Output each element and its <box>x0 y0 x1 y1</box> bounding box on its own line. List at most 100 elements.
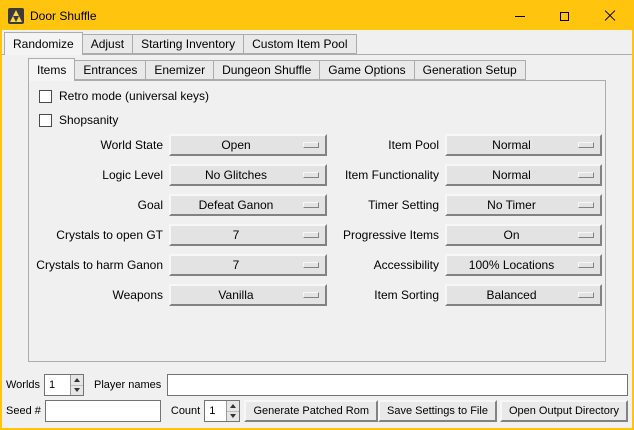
item-pool-dropdown[interactable]: Normal <box>445 134 602 156</box>
timer-setting-value: No Timer <box>487 198 536 212</box>
weapons-dropdown[interactable]: Vanilla <box>169 284 327 306</box>
worlds-spin-buttons <box>70 375 83 395</box>
generate-patched-rom-button[interactable]: Generate Patched Rom <box>244 400 378 422</box>
inner-tab-bar: Items Entrances Enemizer Dungeon Shuffle… <box>28 60 526 81</box>
dropdown-indicator-icon <box>303 292 319 298</box>
accessibility-label: Accessibility <box>333 254 439 276</box>
item-sorting-value: Balanced <box>486 288 536 302</box>
goal-dropdown[interactable]: Defeat Ganon <box>169 194 327 216</box>
seed-input[interactable] <box>45 400 161 422</box>
open-output-directory-button[interactable]: Open Output Directory <box>500 400 628 422</box>
caption-buttons <box>497 2 632 30</box>
item-functionality-label: Item Functionality <box>333 164 439 186</box>
item-pool-label: Item Pool <box>333 134 439 156</box>
item-functionality-dropdown[interactable]: Normal <box>445 164 602 186</box>
close-button[interactable] <box>587 2 632 30</box>
crystals-gt-dropdown[interactable]: 7 <box>169 224 327 246</box>
settings-grid: World State Open Item Pool Normal Logic … <box>35 134 602 306</box>
accessibility-value: 100% Locations <box>469 258 554 272</box>
item-pool-value: Normal <box>492 138 531 152</box>
tab-starting-inventory[interactable]: Starting Inventory <box>132 34 244 54</box>
spin-down-button[interactable] <box>227 411 239 422</box>
spin-up-button[interactable] <box>227 401 239 411</box>
world-state-dropdown[interactable]: Open <box>169 134 327 156</box>
dropdown-indicator-icon <box>303 142 319 148</box>
crystals-ganon-label: Crystals to harm Ganon <box>35 254 163 276</box>
tab-game-options[interactable]: Game Options <box>319 60 414 80</box>
progressive-items-label: Progressive Items <box>333 224 439 246</box>
app-icon <box>8 8 24 24</box>
dropdown-indicator-icon <box>578 262 594 268</box>
title-bar[interactable]: Door Shuffle <box>2 2 632 30</box>
item-functionality-value: Normal <box>492 168 531 182</box>
retro-mode-checkbox-row[interactable]: Retro mode (universal keys) <box>39 88 209 104</box>
tab-adjust[interactable]: Adjust <box>82 34 133 54</box>
maximize-button[interactable] <box>542 2 587 30</box>
tab-enemizer[interactable]: Enemizer <box>145 60 214 80</box>
count-spinbox[interactable]: 1 <box>204 400 240 422</box>
shopsanity-label: Shopsanity <box>59 113 118 127</box>
crystals-ganon-value: 7 <box>233 258 240 272</box>
count-spin-buttons <box>226 401 239 421</box>
spin-up-button[interactable] <box>71 375 83 385</box>
tab-generation-setup[interactable]: Generation Setup <box>414 60 526 80</box>
dropdown-indicator-icon <box>578 142 594 148</box>
logic-level-label: Logic Level <box>35 164 163 186</box>
spin-up-icon <box>230 404 236 408</box>
dropdown-indicator-icon <box>303 172 319 178</box>
seed-label: Seed # <box>6 405 41 417</box>
tab-randomize[interactable]: Randomize <box>4 32 83 55</box>
timer-setting-dropdown[interactable]: No Timer <box>445 194 602 216</box>
items-panel: Retro mode (universal keys) Shopsanity W… <box>28 80 606 362</box>
tab-entrances[interactable]: Entrances <box>74 60 146 80</box>
close-icon <box>604 10 616 22</box>
world-state-label: World State <box>35 134 163 156</box>
retro-mode-label: Retro mode (universal keys) <box>59 89 209 103</box>
player-names-label: Player names <box>94 379 161 391</box>
world-state-value: Open <box>221 138 250 152</box>
timer-setting-label: Timer Setting <box>333 194 439 216</box>
goal-label: Goal <box>35 194 163 216</box>
item-sorting-dropdown[interactable]: Balanced <box>445 284 602 306</box>
spin-down-button[interactable] <box>71 385 83 396</box>
dropdown-indicator-icon <box>303 232 319 238</box>
logic-level-dropdown[interactable]: No Glitches <box>169 164 327 186</box>
crystals-gt-value: 7 <box>233 228 240 242</box>
worlds-value: 1 <box>45 375 70 395</box>
count-value: 1 <box>205 401 226 421</box>
progressive-items-value: On <box>503 228 519 242</box>
weapons-label: Weapons <box>35 284 163 306</box>
weapons-value: Vanilla <box>218 288 253 302</box>
player-names-input[interactable] <box>167 374 628 396</box>
tab-dungeon-shuffle[interactable]: Dungeon Shuffle <box>213 60 320 80</box>
dropdown-indicator-icon <box>303 202 319 208</box>
crystals-gt-label: Crystals to open GT <box>35 224 163 246</box>
item-sorting-label: Item Sorting <box>333 284 439 306</box>
progressive-items-dropdown[interactable]: On <box>445 224 602 246</box>
worlds-row: Worlds 1 Player names <box>6 374 628 396</box>
worlds-spinbox[interactable]: 1 <box>44 374 84 396</box>
shopsanity-checkbox[interactable] <box>39 114 52 127</box>
spin-up-icon <box>74 378 80 382</box>
tab-items[interactable]: Items <box>28 58 75 81</box>
outer-tab-bar: Randomize Adjust Starting Inventory Cust… <box>4 34 357 55</box>
minimize-icon <box>515 16 525 17</box>
accessibility-dropdown[interactable]: 100% Locations <box>445 254 602 276</box>
logic-level-value: No Glitches <box>205 168 267 182</box>
dropdown-indicator-icon <box>303 262 319 268</box>
save-settings-button[interactable]: Save Settings to File <box>378 400 497 422</box>
spin-down-icon <box>230 414 236 418</box>
dropdown-indicator-icon <box>578 202 594 208</box>
dropdown-indicator-icon <box>578 232 594 238</box>
count-label: Count <box>171 405 200 417</box>
shopsanity-checkbox-row[interactable]: Shopsanity <box>39 112 118 128</box>
goal-value: Defeat Ganon <box>199 198 274 212</box>
minimize-button[interactable] <box>497 2 542 30</box>
crystals-ganon-dropdown[interactable]: 7 <box>169 254 327 276</box>
dropdown-indicator-icon <box>578 172 594 178</box>
maximize-icon <box>560 12 569 21</box>
spin-down-icon <box>74 388 80 392</box>
window-content: Randomize Adjust Starting Inventory Cust… <box>2 30 632 428</box>
retro-mode-checkbox[interactable] <box>39 90 52 103</box>
tab-custom-item-pool[interactable]: Custom Item Pool <box>243 34 356 54</box>
